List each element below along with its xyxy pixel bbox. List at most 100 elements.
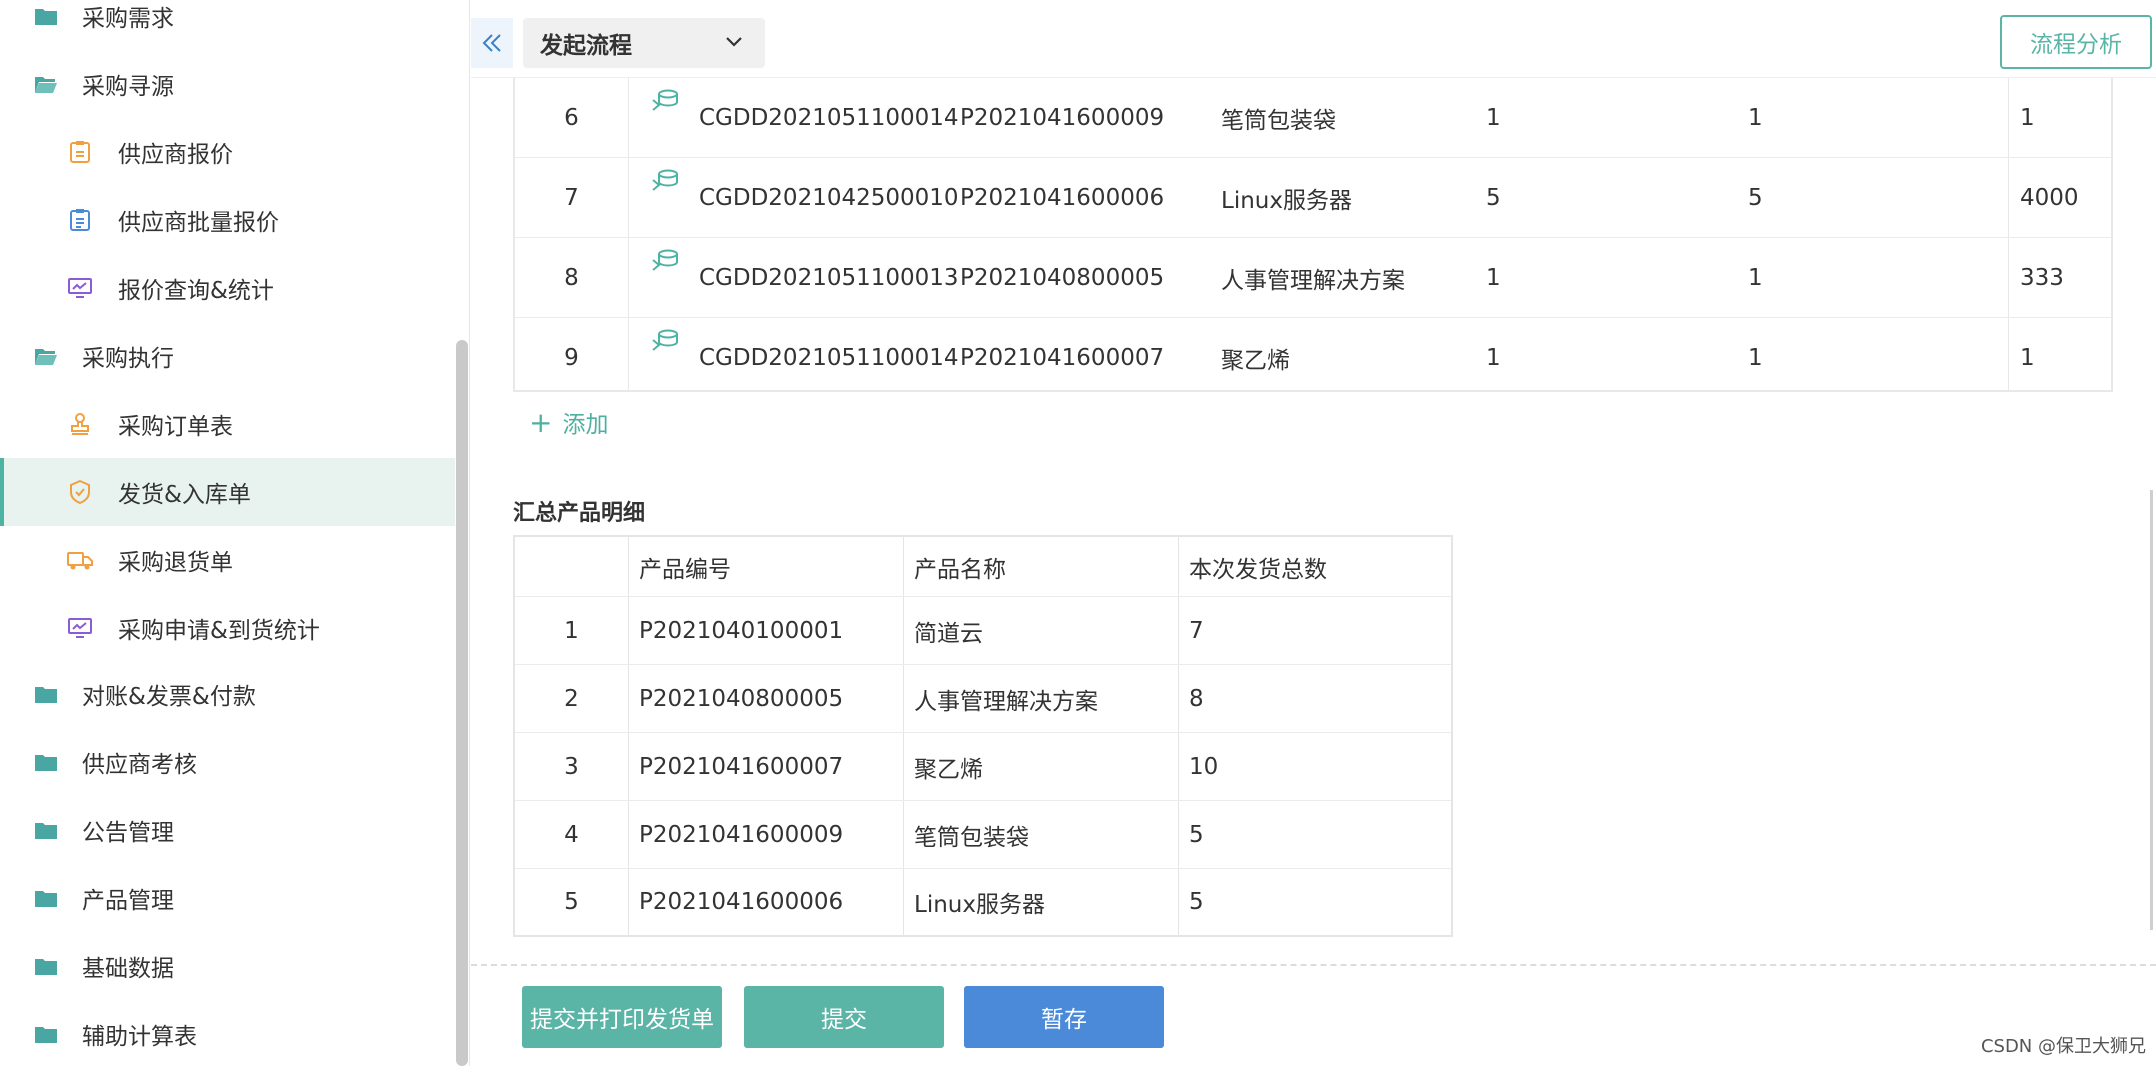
table-row[interactable]: 8 CGDD2021051100013 P2021040800005 人事管理解… xyxy=(515,238,2111,318)
shipment-total: 5 xyxy=(1189,821,1204,848)
product-name: Linux服务器 xyxy=(914,892,1045,918)
sidebar-item-label: 供应商考核 xyxy=(82,752,197,778)
sidebar-item-quote-stats[interactable]: 报价查询&统计 xyxy=(0,254,455,322)
plus-icon: + xyxy=(529,405,553,439)
sidebar-item-label: 采购退货单 xyxy=(118,550,233,576)
sidebar-item-label: 对账&发票&付款 xyxy=(82,684,256,710)
table-row[interactable]: 7 CGDD2021042500010 P2021041600006 Linux… xyxy=(515,158,2111,238)
product-name: Linux服务器 xyxy=(1221,187,1352,214)
table-row[interactable]: 6 CGDD2021051100014 P2021041600009 笔筒包装袋… xyxy=(515,78,2111,158)
quantity-cell: 1 xyxy=(1486,264,1501,291)
row-index: 5 xyxy=(564,889,579,915)
folder-icon xyxy=(32,952,60,980)
row-index: 4 xyxy=(564,821,579,848)
shield-check-icon xyxy=(66,478,94,506)
product-code: P2021041600009 xyxy=(960,104,1165,131)
quantity-cell: 1 xyxy=(1748,264,1763,291)
shipment-total: 5 xyxy=(1189,889,1204,915)
sidebar-item-base-data[interactable]: 基础数据 xyxy=(0,932,455,1000)
sidebar-item-sourcing[interactable]: 采购寻源 xyxy=(0,50,455,118)
sidebar-item-label: 供应商报价 xyxy=(118,142,233,168)
flow-analysis-button[interactable]: 流程分析 xyxy=(2000,15,2152,69)
linked-doc-icon[interactable] xyxy=(651,318,681,397)
quantity-cell: 4000 xyxy=(2020,184,2079,211)
folder-open-icon xyxy=(32,70,60,98)
save-draft-button[interactable]: 暂存 xyxy=(964,986,1164,1048)
sidebar-item-shipment-receipt[interactable]: 发货&入库单 xyxy=(0,458,455,526)
linked-doc-icon[interactable] xyxy=(651,158,681,237)
sidebar-item-reconciliation[interactable]: 对账&发票&付款 xyxy=(0,660,455,728)
folder-icon xyxy=(32,2,60,30)
shipment-total: 7 xyxy=(1189,617,1204,644)
quantity-cell: 1 xyxy=(2020,104,2035,131)
sidebar-item-batch-quote[interactable]: 供应商批量报价 xyxy=(0,186,455,254)
order-number: CGDD2021051100013 xyxy=(699,264,959,291)
product-name: 聚乙烯 xyxy=(1221,347,1290,374)
linked-doc-icon[interactable] xyxy=(651,78,681,157)
product-code: P2021040800005 xyxy=(639,685,844,712)
product-name: 聚乙烯 xyxy=(914,756,983,783)
quantity-cell: 1 xyxy=(1486,344,1501,371)
sidebar-item-label: 发货&入库单 xyxy=(118,482,251,508)
folder-icon xyxy=(32,816,60,844)
collapse-sidebar-button[interactable] xyxy=(471,18,513,68)
sidebar-item-supplier-evaluation[interactable]: 供应商考核 xyxy=(0,728,455,796)
product-name: 人事管理解决方案 xyxy=(914,688,1098,715)
sidebar-item-aux-calc[interactable]: 辅助计算表 xyxy=(0,1000,455,1066)
folder-icon xyxy=(32,1020,60,1048)
sidebar-item-purchase-order[interactable]: 采购订单表 xyxy=(0,390,455,458)
sidebar-item-return[interactable]: 采购退货单 xyxy=(0,526,455,594)
product-name: 简道云 xyxy=(914,620,983,647)
linked-doc-icon[interactable] xyxy=(651,238,681,317)
footer-divider xyxy=(471,964,2156,966)
table-row[interactable]: 3 P2021041600007 聚乙烯 10 xyxy=(515,733,1451,801)
table-row[interactable]: 1 P2021040100001 简道云 7 xyxy=(515,597,1451,665)
quantity-cell: 1 xyxy=(1748,104,1763,131)
quantity-cell: 1 xyxy=(2020,344,2035,371)
sidebar-item-label: 产品管理 xyxy=(82,888,174,914)
table-row[interactable]: 2 P2021040800005 人事管理解决方案 8 xyxy=(515,665,1451,733)
content-scrollbar[interactable] xyxy=(2150,490,2153,930)
order-number: CGDD2021051100014 xyxy=(699,344,959,371)
chevron-down-icon xyxy=(723,30,745,58)
table-row[interactable]: 9 CGDD2021051100014 P2021041600007 聚乙烯 1… xyxy=(515,318,2111,398)
sidebar-item-label: 报价查询&统计 xyxy=(118,278,274,304)
sidebar-item-execution[interactable]: 采购执行 xyxy=(0,322,455,390)
row-index: 1 xyxy=(564,617,579,644)
sidebar-item-products[interactable]: 产品管理 xyxy=(0,864,455,932)
double-chevron-left-icon xyxy=(482,34,501,52)
sidebar-scrollbar[interactable] xyxy=(456,340,468,1066)
sidebar-item-label: 基础数据 xyxy=(82,956,174,982)
submit-and-print-button[interactable]: 提交并打印发货单 xyxy=(522,986,722,1048)
stamp-icon xyxy=(66,410,94,438)
sidebar-item-supplier-quote[interactable]: 供应商报价 xyxy=(0,118,455,186)
product-name: 人事管理解决方案 xyxy=(1221,267,1405,294)
flow-select[interactable]: 发起流程 xyxy=(523,18,765,68)
submit-button[interactable]: 提交 xyxy=(744,986,944,1048)
row-index: 6 xyxy=(564,104,579,131)
column-header xyxy=(515,537,628,596)
sidebar-item-label: 采购申请&到货统计 xyxy=(118,618,320,644)
sidebar-item-request-arrival-stats[interactable]: 采购申请&到货统计 xyxy=(0,594,455,662)
row-index: 2 xyxy=(564,685,579,712)
product-code: P2021041600007 xyxy=(639,753,844,780)
folder-icon xyxy=(32,680,60,708)
watermark: CSDN @保卫大狮兄 xyxy=(1980,1036,2146,1057)
sidebar-item-procurement-demand[interactable]: 采购需求 xyxy=(0,0,455,50)
truck-icon xyxy=(66,546,94,574)
product-code: P2021041600006 xyxy=(960,184,1165,211)
sidebar-item-announcements[interactable]: 公告管理 xyxy=(0,796,455,864)
sidebar-item-label: 采购寻源 xyxy=(82,74,174,100)
add-row-label: 添加 xyxy=(562,412,609,438)
table-row[interactable]: 5 P2021041600006 Linux服务器 5 xyxy=(515,869,1451,935)
product-code: P2021041600006 xyxy=(639,889,844,915)
add-row-button[interactable]: + 添加 xyxy=(529,405,608,439)
table-row[interactable]: 4 P2021041600009 笔筒包装袋 5 xyxy=(515,801,1451,869)
column-header: 产品编号 xyxy=(639,556,731,583)
sidebar-item-label: 采购需求 xyxy=(82,6,174,32)
flow-select-value: 发起流程 xyxy=(540,33,632,59)
shipment-total: 10 xyxy=(1189,753,1219,780)
app-root: { "sidebar": { "items": [ {"label": "采购需… xyxy=(0,0,2156,1066)
row-index: 3 xyxy=(564,753,579,780)
monitor-chart-icon xyxy=(66,614,94,642)
